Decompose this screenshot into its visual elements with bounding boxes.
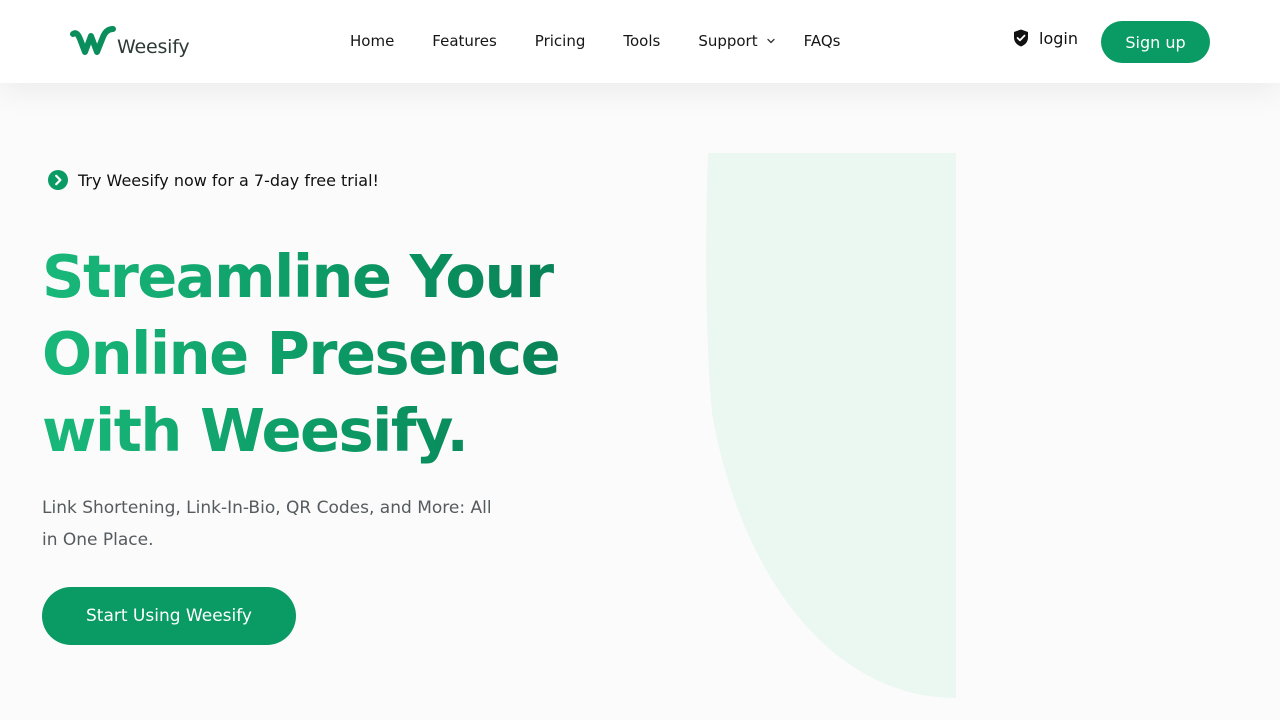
login-label: login	[1039, 28, 1078, 48]
decorative-shape	[706, 153, 956, 698]
headline-line-3: with Weesify.	[42, 392, 642, 469]
headline-line-1: Streamline Your	[42, 238, 642, 315]
main-nav: Home Features Pricing Tools Support FAQs	[350, 29, 878, 53]
nav-faqs[interactable]: FAQs	[804, 32, 841, 50]
weesify-w-logo-icon	[70, 26, 116, 55]
login-link[interactable]: login	[1011, 28, 1078, 48]
signup-button[interactable]: Sign up	[1101, 21, 1210, 63]
chevron-down-icon	[766, 38, 775, 44]
brand-name: Weesify	[117, 36, 190, 58]
trial-banner[interactable]: Try Weesify now for a 7-day free trial!	[48, 170, 379, 190]
nav-tools[interactable]: Tools	[623, 32, 660, 50]
shield-check-icon	[1014, 29, 1028, 47]
hero-subtitle: Link Shortening, Link-In-Bio, QR Codes, …	[42, 498, 492, 550]
headline-line-2: Online Presence	[42, 315, 642, 392]
nav-home[interactable]: Home	[350, 32, 394, 50]
hero-headline: Streamline Your Online Presence with Wee…	[42, 238, 642, 469]
nav-features[interactable]: Features	[432, 32, 497, 50]
site-header: Weesify Home Features Pricing Tools Supp…	[0, 0, 1280, 83]
nav-support-label: Support	[698, 32, 758, 50]
start-using-button[interactable]: Start Using Weesify	[42, 587, 296, 645]
nav-pricing[interactable]: Pricing	[535, 32, 586, 50]
trial-text: Try Weesify now for a 7-day free trial!	[78, 170, 379, 190]
brand-logo[interactable]: Weesify	[70, 24, 190, 60]
nav-support[interactable]: Support	[698, 32, 775, 50]
landing-page: Weesify Home Features Pricing Tools Supp…	[0, 0, 1280, 720]
chevron-right-circle-icon	[48, 170, 68, 190]
